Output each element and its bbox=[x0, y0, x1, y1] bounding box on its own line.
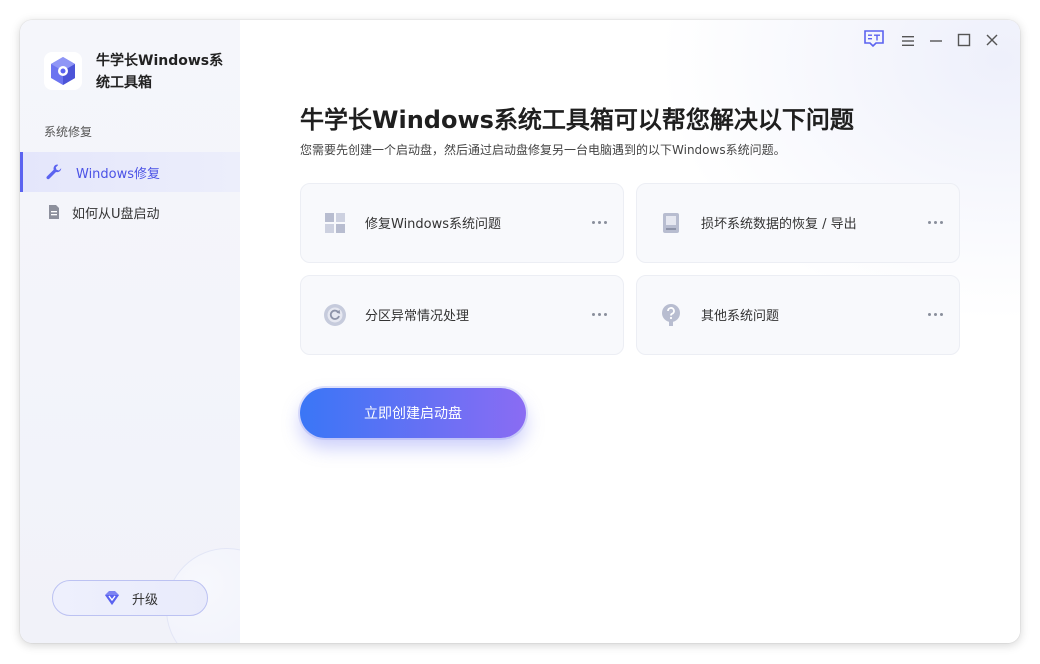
app-name: 牛学长Windows系统工具箱 bbox=[96, 53, 224, 91]
more-icon[interactable] bbox=[589, 212, 609, 232]
partition-refresh-icon bbox=[323, 303, 347, 327]
minimize-icon bbox=[929, 32, 943, 51]
page-title: 牛学长Windows系统工具箱可以帮您解决以下问题 bbox=[300, 106, 854, 134]
sidebar-item-label: Windows修复 bbox=[76, 166, 161, 182]
card-label: 损坏系统数据的恢复 / 导出 bbox=[701, 217, 857, 232]
close-icon bbox=[985, 32, 999, 51]
section-label: 系统修复 bbox=[44, 125, 93, 139]
menu-icon bbox=[901, 32, 915, 51]
wrench-icon bbox=[44, 162, 64, 182]
titlebar-controls bbox=[854, 30, 1006, 52]
cta-label: 立即创建启动盘 bbox=[364, 406, 462, 422]
feedback-button[interactable] bbox=[854, 30, 894, 52]
create-boot-disk-button[interactable]: 立即创建启动盘 bbox=[300, 388, 526, 438]
sidebar: 牛学长Windows系统工具箱 系统修复 Windows修复 如何从U盘启动 升… bbox=[20, 20, 240, 643]
sidebar-item-windows-repair[interactable]: Windows修复 bbox=[20, 152, 240, 192]
more-icon[interactable] bbox=[589, 304, 609, 324]
maximize-button[interactable] bbox=[950, 30, 978, 52]
document-icon bbox=[44, 202, 64, 222]
sidebar-item-label: 如何从U盘启动 bbox=[72, 206, 160, 222]
windows-grid-icon bbox=[323, 211, 347, 235]
page-subtitle: 您需要先创建一个启动盘，然后通过启动盘修复另一台电脑遇到的以下Windows系统… bbox=[300, 143, 786, 157]
close-button[interactable] bbox=[978, 30, 1006, 52]
card-other-issues[interactable]: 其他系统问题 bbox=[636, 275, 960, 355]
maximize-icon bbox=[957, 32, 971, 51]
app-logo bbox=[44, 52, 82, 90]
menu-button[interactable] bbox=[894, 30, 922, 52]
more-icon[interactable] bbox=[925, 212, 945, 232]
card-data-recovery[interactable]: 损坏系统数据的恢复 / 导出 bbox=[636, 183, 960, 263]
diamond-icon bbox=[102, 588, 122, 608]
question-icon bbox=[659, 303, 683, 327]
card-label: 分区异常情况处理 bbox=[365, 309, 470, 324]
more-icon[interactable] bbox=[925, 304, 945, 324]
upgrade-label: 升级 bbox=[131, 592, 158, 608]
sidebar-item-usb-boot[interactable]: 如何从U盘启动 bbox=[20, 192, 240, 232]
card-label: 修复Windows系统问题 bbox=[365, 217, 502, 232]
card-repair-windows[interactable]: 修复Windows系统问题 bbox=[300, 183, 624, 263]
drive-icon bbox=[659, 211, 683, 235]
minimize-button[interactable] bbox=[922, 30, 950, 52]
main-panel: 牛学长Windows系统工具箱可以帮您解决以下问题 您需要先创建一个启动盘，然后… bbox=[240, 20, 1020, 643]
feedback-icon bbox=[863, 29, 885, 53]
upgrade-button[interactable]: 升级 bbox=[52, 580, 208, 616]
card-partition[interactable]: 分区异常情况处理 bbox=[300, 275, 624, 355]
app-window: 牛学长Windows系统工具箱 系统修复 Windows修复 如何从U盘启动 升… bbox=[20, 20, 1020, 643]
card-label: 其他系统问题 bbox=[701, 309, 780, 324]
